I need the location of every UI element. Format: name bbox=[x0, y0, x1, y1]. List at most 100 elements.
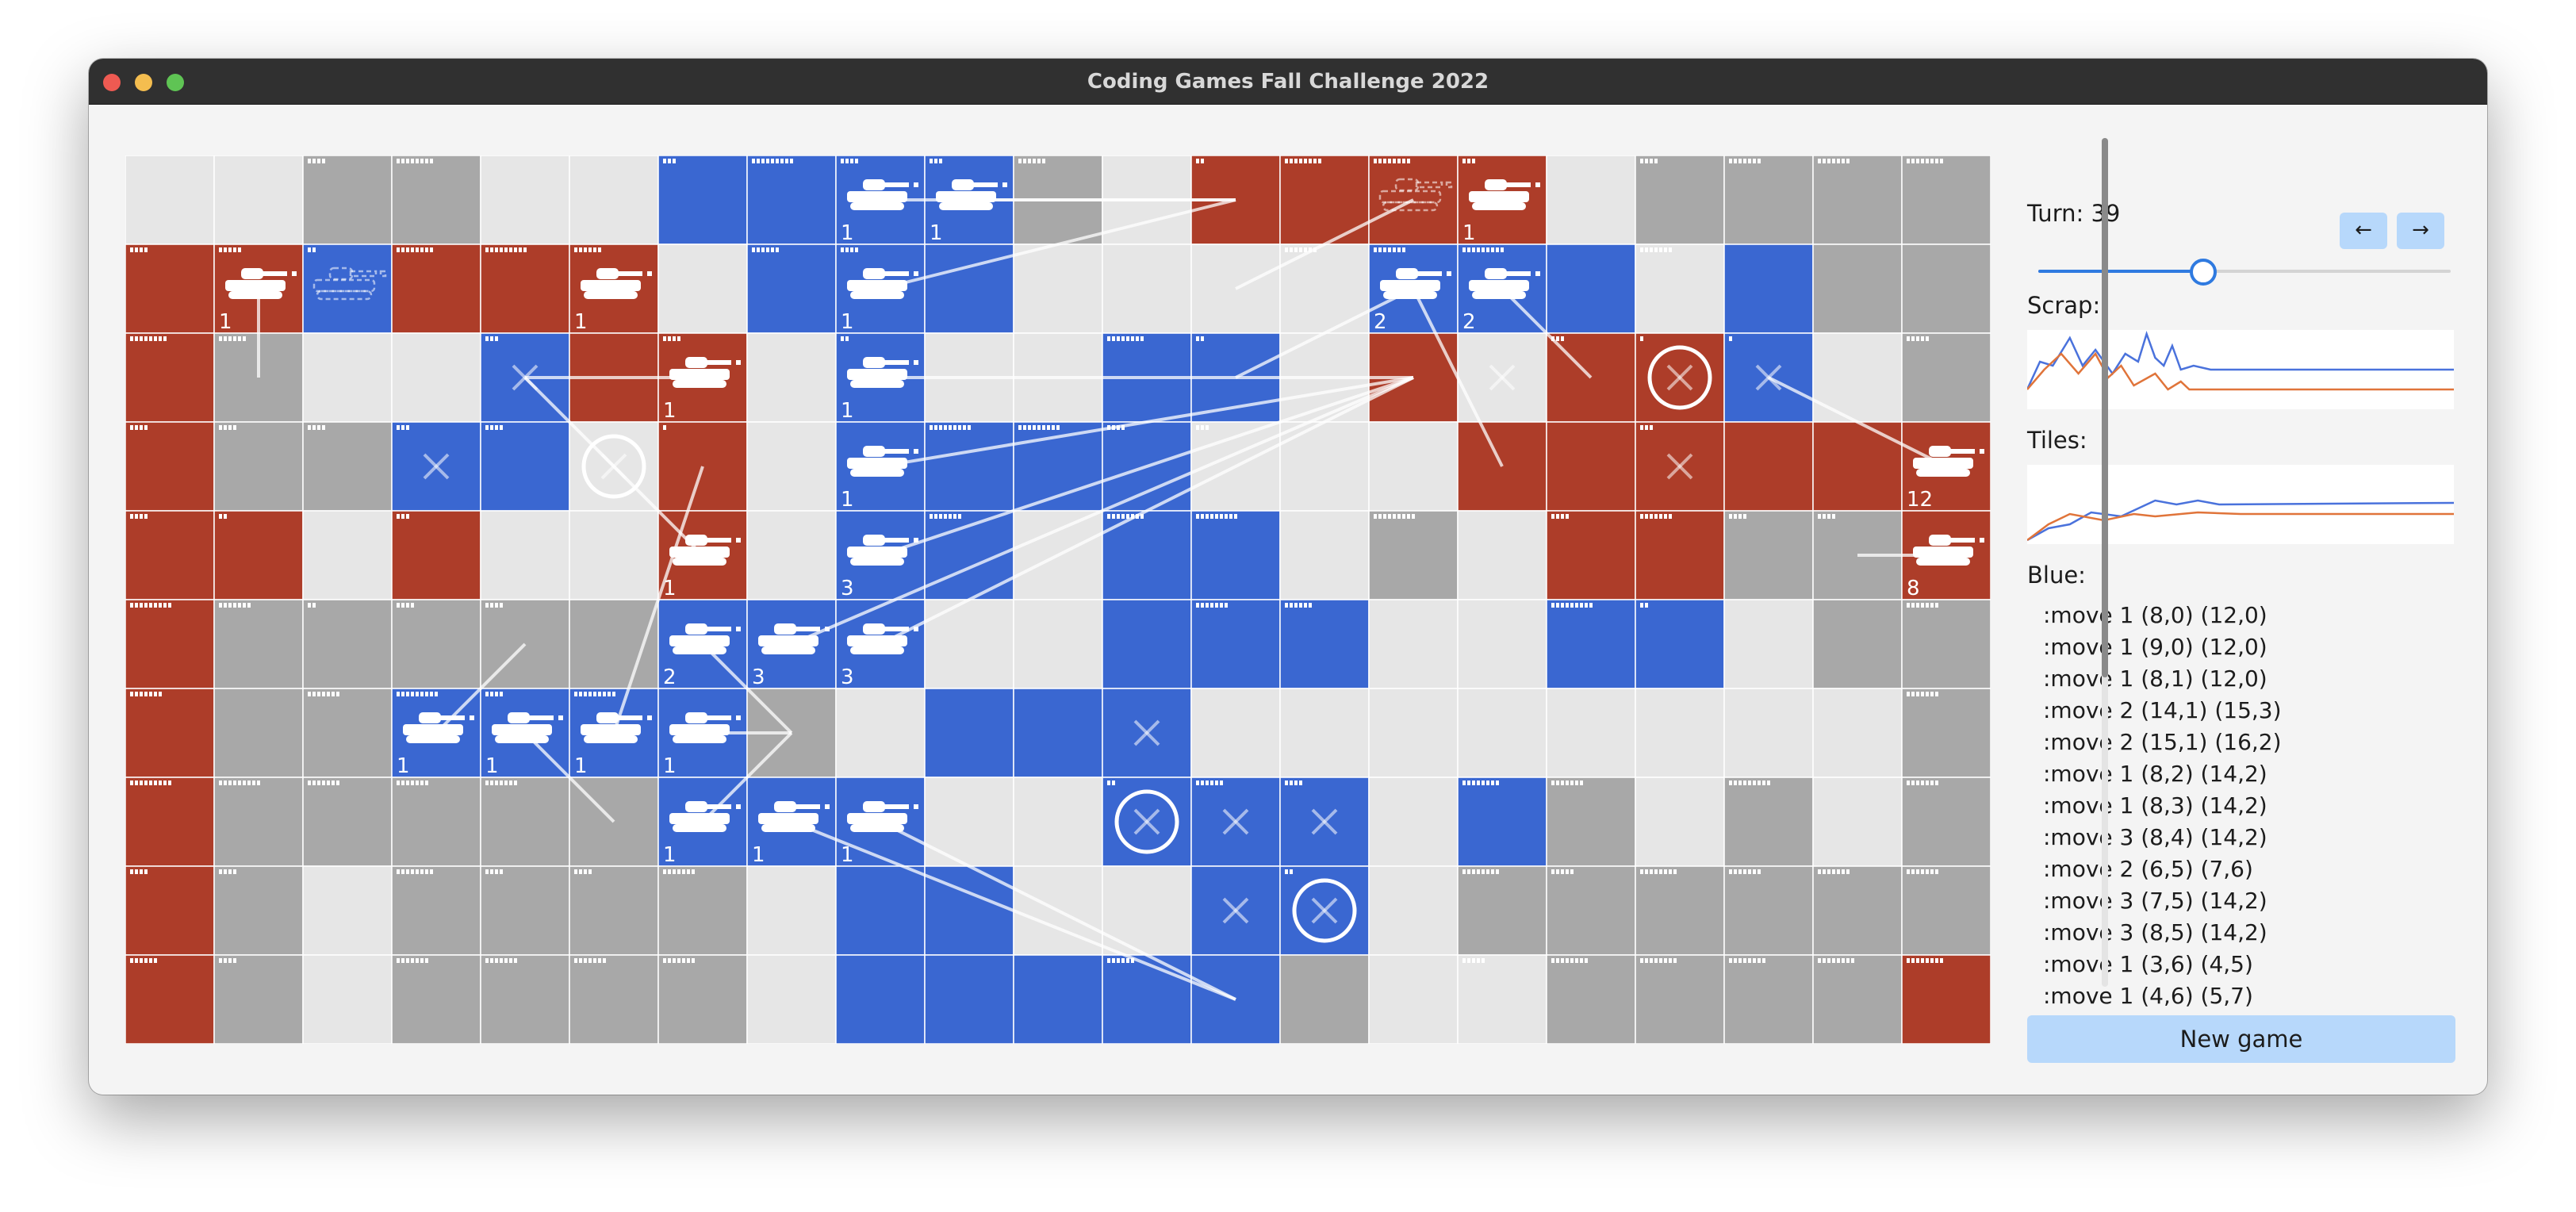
tile[interactable] bbox=[1013, 244, 1103, 334]
tile[interactable] bbox=[657, 155, 748, 245]
tile[interactable] bbox=[391, 599, 481, 689]
tile[interactable] bbox=[746, 244, 837, 334]
tile[interactable] bbox=[1901, 155, 1991, 245]
tile[interactable] bbox=[125, 510, 215, 600]
tile[interactable] bbox=[1635, 155, 1725, 245]
tile[interactable] bbox=[746, 332, 837, 423]
tile[interactable] bbox=[213, 777, 304, 867]
tile[interactable] bbox=[1635, 777, 1725, 867]
tile[interactable] bbox=[391, 865, 481, 956]
tile[interactable] bbox=[1723, 510, 1814, 600]
tile[interactable] bbox=[1812, 954, 1903, 1044]
tile[interactable] bbox=[1013, 688, 1103, 778]
tile[interactable] bbox=[1635, 954, 1725, 1044]
tile[interactable] bbox=[657, 244, 748, 334]
tile[interactable] bbox=[302, 599, 393, 689]
tile[interactable] bbox=[125, 599, 215, 689]
tile[interactable] bbox=[1546, 510, 1636, 600]
tile[interactable] bbox=[302, 688, 393, 778]
next-turn-button[interactable]: → bbox=[2397, 213, 2444, 249]
slider-thumb[interactable] bbox=[2190, 259, 2217, 286]
tile[interactable] bbox=[391, 777, 481, 867]
tile[interactable] bbox=[1812, 688, 1903, 778]
tile[interactable] bbox=[302, 421, 393, 512]
tile[interactable] bbox=[1723, 777, 1814, 867]
tile[interactable] bbox=[1901, 954, 1991, 1044]
tile[interactable] bbox=[1368, 777, 1459, 867]
tile[interactable] bbox=[302, 777, 393, 867]
tile[interactable] bbox=[1723, 865, 1814, 956]
tile[interactable] bbox=[1812, 777, 1903, 867]
tile[interactable] bbox=[1723, 421, 1814, 512]
tile[interactable] bbox=[835, 865, 926, 956]
tile[interactable] bbox=[480, 510, 570, 600]
tile[interactable] bbox=[569, 155, 659, 245]
tile[interactable] bbox=[1901, 688, 1991, 778]
tile[interactable] bbox=[302, 332, 393, 423]
tile[interactable] bbox=[1457, 865, 1547, 956]
tile[interactable] bbox=[1546, 954, 1636, 1044]
tile[interactable] bbox=[746, 865, 837, 956]
tile[interactable] bbox=[1546, 777, 1636, 867]
tile[interactable] bbox=[1901, 244, 1991, 334]
tile[interactable] bbox=[391, 954, 481, 1044]
new-game-button[interactable]: New game bbox=[2027, 1015, 2455, 1063]
tile[interactable] bbox=[1901, 777, 1991, 867]
tile[interactable] bbox=[1279, 954, 1370, 1044]
tile[interactable] bbox=[125, 155, 215, 245]
tile[interactable] bbox=[1279, 599, 1370, 689]
tile[interactable] bbox=[213, 510, 304, 600]
tile[interactable] bbox=[1546, 244, 1636, 334]
tile[interactable] bbox=[1102, 599, 1192, 689]
tile[interactable] bbox=[213, 421, 304, 512]
tile[interactable] bbox=[125, 332, 215, 423]
tile[interactable] bbox=[480, 865, 570, 956]
tile[interactable] bbox=[480, 421, 570, 512]
tile[interactable] bbox=[1102, 244, 1192, 334]
tile[interactable] bbox=[1723, 244, 1814, 334]
game-board[interactable]: 1 1 1 1 1 1 2 2 1 1 1 12 1 3 8 2 3 3 1 1 1 1 1 1 1 bbox=[125, 155, 1991, 1044]
tile[interactable] bbox=[1368, 954, 1459, 1044]
tile[interactable] bbox=[1723, 155, 1814, 245]
tile[interactable] bbox=[835, 954, 926, 1044]
tile[interactable] bbox=[1102, 510, 1192, 600]
tile[interactable] bbox=[1546, 421, 1636, 512]
tile[interactable] bbox=[302, 244, 393, 334]
tile[interactable] bbox=[1723, 688, 1814, 778]
tile[interactable] bbox=[1013, 954, 1103, 1044]
tile[interactable] bbox=[213, 954, 304, 1044]
tile[interactable] bbox=[1279, 244, 1370, 334]
prev-turn-button[interactable]: ← bbox=[2340, 213, 2387, 249]
tile[interactable] bbox=[1812, 421, 1903, 512]
tile[interactable] bbox=[569, 510, 659, 600]
tile[interactable] bbox=[1190, 599, 1281, 689]
tile[interactable] bbox=[1812, 332, 1903, 423]
tile[interactable] bbox=[1457, 599, 1547, 689]
tile[interactable] bbox=[1457, 777, 1547, 867]
tile[interactable] bbox=[569, 865, 659, 956]
tile[interactable] bbox=[1279, 688, 1370, 778]
log-scrollbar[interactable] bbox=[2102, 138, 2108, 987]
tile[interactable] bbox=[1723, 599, 1814, 689]
tile[interactable] bbox=[924, 954, 1014, 1044]
tile[interactable] bbox=[213, 688, 304, 778]
tile[interactable] bbox=[302, 510, 393, 600]
tile[interactable] bbox=[924, 421, 1014, 512]
tile[interactable] bbox=[1457, 954, 1547, 1044]
tile[interactable] bbox=[1901, 599, 1991, 689]
tile[interactable] bbox=[746, 954, 837, 1044]
tile[interactable] bbox=[1368, 865, 1459, 956]
tile[interactable] bbox=[1635, 599, 1725, 689]
tile[interactable] bbox=[1812, 599, 1903, 689]
tile[interactable] bbox=[924, 599, 1014, 689]
tile[interactable] bbox=[1190, 510, 1281, 600]
tile[interactable] bbox=[125, 244, 215, 334]
tile[interactable] bbox=[835, 688, 926, 778]
tile[interactable] bbox=[391, 244, 481, 334]
tile[interactable] bbox=[924, 777, 1014, 867]
tile[interactable] bbox=[125, 865, 215, 956]
tile[interactable] bbox=[569, 954, 659, 1044]
tile[interactable] bbox=[1279, 155, 1370, 245]
tile[interactable] bbox=[1901, 332, 1991, 423]
tile[interactable] bbox=[125, 421, 215, 512]
